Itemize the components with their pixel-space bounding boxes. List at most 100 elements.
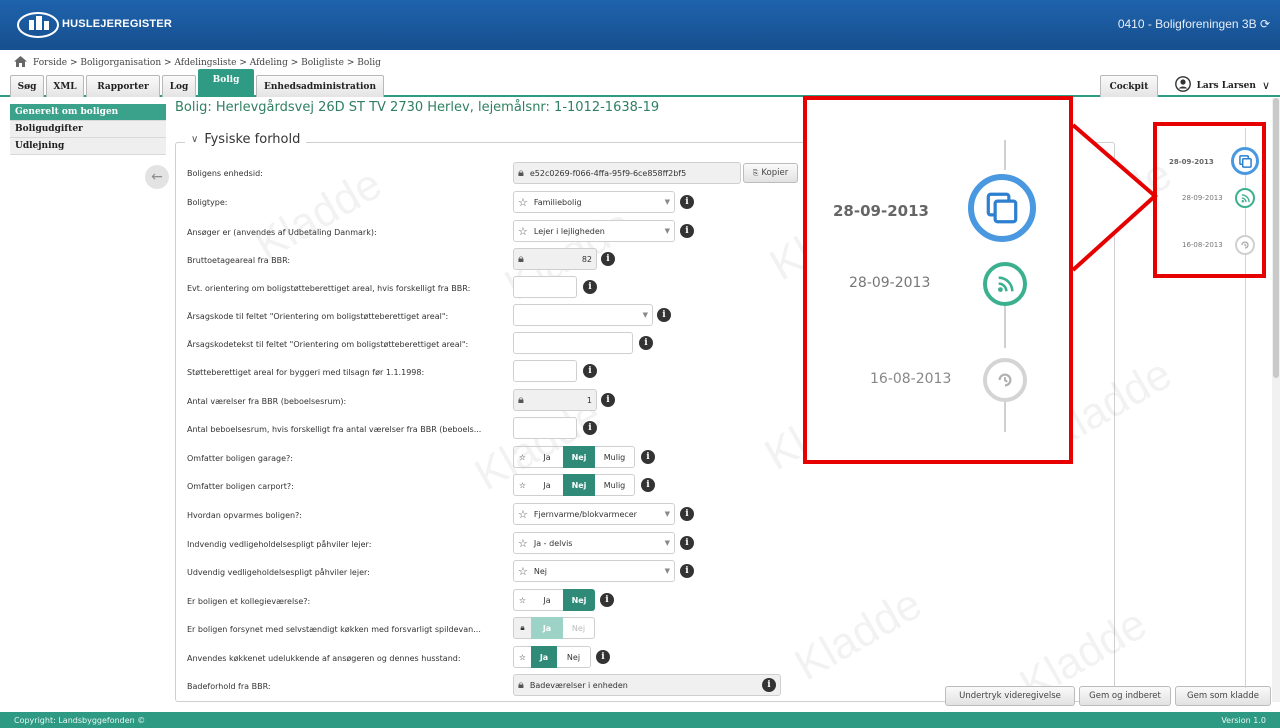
caret-down-icon: ▼: [642, 311, 648, 319]
garage-nej[interactable]: Nej: [563, 446, 595, 468]
organization-name: 0410 - Boligforeningen 3B: [1117, 17, 1257, 31]
highlight-box: [1153, 122, 1266, 278]
undertryk-button[interactable]: Undertryk videregivelse: [945, 686, 1075, 706]
breadcrumb-separator: >: [346, 58, 355, 68]
info-icon[interactable]: i: [583, 364, 597, 378]
breadcrumb-separator: >: [239, 58, 247, 68]
lock-icon: 🔒︎: [518, 252, 524, 265]
field-label: Boligens enhedsid:: [187, 169, 263, 178]
garage-toggle[interactable]: ☆ Ja Nej Mulig: [513, 446, 635, 468]
bruttoareal-field[interactable]: 🔒︎ 82: [513, 248, 597, 270]
nav-item-udlejning[interactable]: Udlejning: [10, 138, 166, 155]
breadcrumb-item[interactable]: Boligliste: [301, 58, 344, 68]
indvendig-select[interactable]: ☆ Ja - delvis ▼: [513, 532, 675, 554]
enhedsid-value: e52c0269-f066-4ffa-95f9-6ce858ff2bf5: [529, 168, 687, 178]
rss-icon[interactable]: [983, 262, 1027, 306]
tab-cockpit[interactable]: Cockpit: [1100, 75, 1158, 97]
evt-areal-input[interactable]: [513, 276, 577, 298]
anvendes-toggle[interactable]: ☆ Ja Nej: [513, 646, 591, 668]
anvendes-ja[interactable]: Ja: [531, 646, 557, 668]
breadcrumb-separator: >: [164, 58, 172, 68]
info-icon[interactable]: i: [680, 564, 694, 578]
app-logo[interactable]: HUSLEJEREGISTER: [12, 9, 172, 39]
carport-nej[interactable]: Nej: [563, 474, 595, 496]
kopier-button[interactable]: ⎘ Kopier: [743, 163, 798, 183]
kollegie-toggle[interactable]: ☆ Ja Nej: [513, 589, 595, 611]
breadcrumb-item[interactable]: Boligorganisation: [80, 58, 161, 68]
section-legend[interactable]: ∨ Fysiske forhold: [185, 132, 307, 147]
info-icon[interactable]: i: [657, 308, 671, 322]
star-icon: ☆: [513, 446, 531, 468]
anvendes-nej[interactable]: Nej: [557, 646, 591, 668]
home-icon[interactable]: [14, 56, 27, 70]
field-label: Er boligen et kollegieværelse?:: [187, 597, 311, 606]
ansoger-select[interactable]: ☆ Lejer i lejligheden ▼: [513, 220, 675, 242]
user-menu[interactable]: Lars Larsen ∨: [1174, 76, 1270, 95]
organization-selector[interactable]: 0410 - Boligforeningen 3B ⟳: [1118, 17, 1270, 31]
vaerelser-value: 1: [586, 395, 592, 405]
stotte-areal-input[interactable]: [513, 360, 577, 382]
info-icon[interactable]: i: [639, 336, 653, 350]
opvarmning-value: Fjernvarme/blokvarmecer: [533, 509, 637, 519]
field-label: Hvordan opvarmes boligen?:: [187, 511, 302, 520]
footer: Copyright: Landsbyggefonden © Version 1.…: [0, 712, 1280, 728]
gem-og-indberet-button[interactable]: Gem og indberet: [1079, 686, 1171, 706]
info-icon[interactable]: i: [641, 478, 655, 492]
breadcrumb-item[interactable]: Afdelingsliste: [174, 58, 236, 68]
tab-rapporter[interactable]: Rapporter: [86, 75, 160, 97]
udvendig-value: Nej: [533, 566, 548, 576]
scrollbar[interactable]: [1272, 98, 1280, 702]
badeforhold-field[interactable]: 🔒︎ Badeværelser i enheden i: [513, 674, 781, 696]
garage-mulig[interactable]: Mulig: [595, 446, 635, 468]
info-icon[interactable]: i: [641, 450, 655, 464]
info-icon[interactable]: i: [583, 421, 597, 435]
carport-ja[interactable]: Ja: [531, 474, 563, 496]
info-icon[interactable]: i: [680, 507, 694, 521]
page-title: Bolig: Herlevgårdsvej 26D ST TV 2730 Her…: [175, 100, 660, 115]
field-label: Udvendig vedligeholdelsespligt påhviler …: [187, 568, 370, 577]
user-name: Lars Larsen: [1196, 80, 1256, 91]
carport-mulig[interactable]: Mulig: [595, 474, 635, 496]
udvendig-select[interactable]: ☆ Nej ▼: [513, 560, 675, 582]
copy-icon[interactable]: [968, 174, 1036, 242]
vaerelser-field[interactable]: 🔒︎ 1: [513, 389, 597, 411]
back-arrow-icon[interactable]: ←: [145, 165, 169, 189]
info-icon[interactable]: i: [680, 224, 694, 238]
tab-enhedsadministration[interactable]: Enhedsadministration: [256, 75, 384, 97]
star-icon: ☆: [518, 564, 528, 578]
aarsagstekst-input[interactable]: [513, 332, 633, 354]
carport-toggle[interactable]: ☆ Ja Nej Mulig: [513, 474, 635, 496]
scrollbar-thumb[interactable]: [1273, 98, 1279, 378]
chevron-down-icon: ∨: [1261, 79, 1270, 92]
info-icon[interactable]: i: [762, 678, 776, 692]
info-icon[interactable]: i: [600, 593, 614, 607]
info-icon[interactable]: i: [601, 252, 615, 266]
nav-item-generelt[interactable]: Generelt om boligen: [10, 104, 166, 121]
info-icon[interactable]: i: [601, 393, 615, 407]
tab-sog[interactable]: Søg: [10, 75, 44, 97]
beboelsesrum-input[interactable]: [513, 417, 577, 439]
gem-som-kladde-button[interactable]: Gem som kladde: [1175, 686, 1271, 706]
aarsagskode-select[interactable]: ▼: [513, 304, 653, 326]
breadcrumb-item[interactable]: Forside: [33, 58, 67, 68]
info-icon[interactable]: i: [596, 650, 610, 664]
caret-down-icon: ▼: [664, 227, 670, 235]
history-icon[interactable]: [983, 358, 1027, 402]
breadcrumb-item[interactable]: Afdeling: [250, 58, 288, 68]
nav-item-boligudgifter[interactable]: Boligudgifter: [10, 121, 166, 138]
info-icon[interactable]: i: [680, 536, 694, 550]
garage-ja[interactable]: Ja: [531, 446, 563, 468]
brand-name: HUSLEJEREGISTER: [62, 18, 172, 30]
kollegie-ja[interactable]: Ja: [531, 589, 563, 611]
kollegie-nej[interactable]: Nej: [563, 589, 595, 611]
info-icon[interactable]: i: [680, 195, 694, 209]
tab-xml[interactable]: XML: [46, 75, 84, 97]
tab-bolig[interactable]: Bolig: [198, 69, 254, 97]
info-icon[interactable]: i: [583, 280, 597, 294]
opvarmning-select[interactable]: ☆ Fjernvarme/blokvarmecer ▼: [513, 503, 675, 525]
boligtype-select[interactable]: ☆ Familiebolig ▼: [513, 191, 675, 213]
tab-log[interactable]: Log: [162, 75, 196, 97]
enhedsid-field[interactable]: 🔒︎ e52c0269-f066-4ffa-95f9-6ce858ff2bf5: [513, 162, 741, 184]
star-icon: ☆: [518, 536, 528, 550]
section-legend-text: Fysiske forhold: [204, 132, 301, 147]
